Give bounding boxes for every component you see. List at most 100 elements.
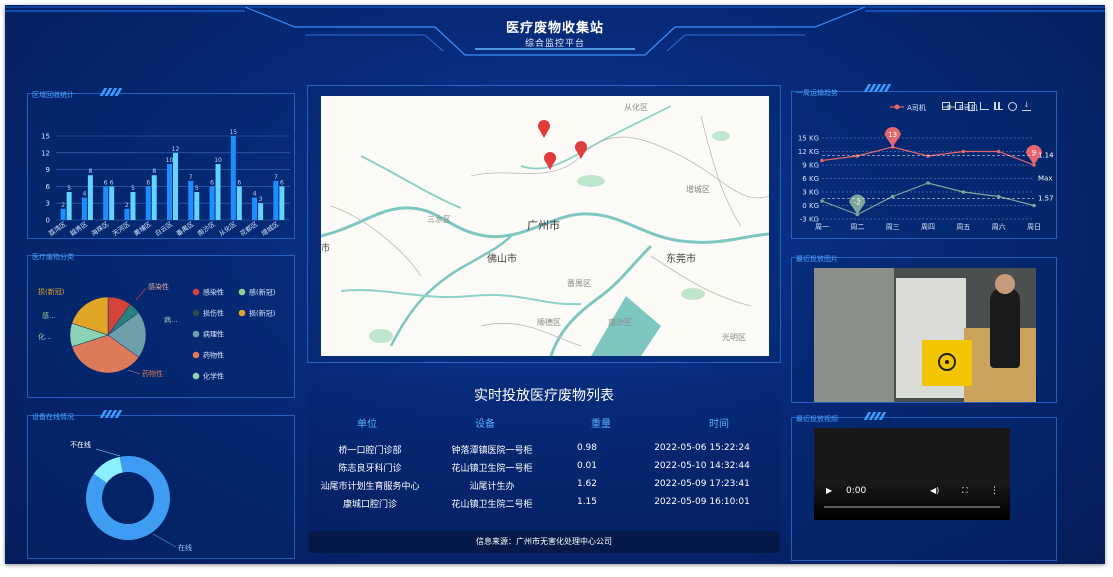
table-cell: 花山镇卫生院二号柜 [451,500,533,510]
fullscreen-icon[interactable]: ⛶ [962,486,968,496]
more-icon[interactable]: ⋮ [990,486,999,496]
map-label: 三水区 [427,214,451,224]
map-label: 南沙区 [608,317,632,327]
pie-outer-label: 感染性 [148,282,169,291]
x-tick-label: 番禺区 [175,220,196,238]
bar [252,197,258,220]
map-label: 佛山市 [487,252,517,265]
latest-photo[interactable] [814,268,1036,402]
bar [188,180,194,220]
play-icon[interactable]: ▶ [826,486,832,495]
bar [109,186,115,220]
bar [124,208,130,220]
label-leader-line [152,533,177,548]
series-point [926,181,930,185]
legend-swatch [894,104,900,110]
guangzhou-map[interactable]: 从化区 三水区 广州市 增城区 佛山市 东莞市 番禺区 顺德区 南沙区 光明区 … [321,96,769,356]
bar-value-label: 3 [259,196,263,203]
bar [215,164,221,220]
bar [279,186,285,220]
waste-type-panel: 医疗废物分类 感染性 损(新冠) 感... 化... 病... 药物性 感染性 感(新冠) 损伤… [27,253,295,398]
bar-value-label: 2 [61,202,65,209]
y-tick-label: 0 KG [802,202,819,210]
refresh-icon[interactable] [1008,102,1017,111]
legend-swatch [192,372,200,380]
bar-value-label: 10 [166,157,174,164]
bar [81,197,87,220]
table-row[interactable]: 汕尾市计划生育服务中心 汕尾计生办 1.62 2022-05-09 17:23:41 [307,479,781,493]
photo-person-head [995,274,1015,294]
table-cell: 陈志良牙科门诊 [338,464,402,474]
x-tick-label: 增城区 [259,219,281,238]
map-label: 光明区 [722,332,746,342]
video-time: 0:00 [846,486,867,496]
download-icon[interactable]: ↓ [1022,102,1031,111]
bar-value-label: 5 [67,185,71,192]
y-tick-label: 0 [46,217,50,225]
avg-label: 1.14 [1038,151,1054,159]
series-point [890,194,895,199]
col-header-unit: 单位 [357,419,377,430]
legend-swatch [192,288,200,296]
bar-value-label: 10 [214,157,222,164]
pie-outer-label: 药物性 [142,369,163,378]
bar [230,136,236,220]
max-pin-label: 13 [888,131,897,139]
volume-icon[interactable]: ◀) [930,486,939,495]
y-tick-label: 15 [41,133,50,141]
x-tick-label: 周六 [992,222,1006,231]
table-cell: 钟落潭镇医院一号柜 [451,446,533,456]
video-controls [814,482,1010,520]
bar-value-label: 5 [195,185,199,192]
page-subtitle: 综合监控平台 [524,39,585,49]
online-donut-chart: 不在线在线 [70,440,192,552]
series-point [961,190,966,194]
y-tick-label: 12 [41,149,50,157]
map-marker[interactable] [575,141,587,159]
legend-label: 化学性 [203,372,224,381]
bar [167,164,172,220]
min-pin-label: 9 [1032,149,1036,157]
bar [194,192,200,220]
title-stripes [863,412,887,420]
video-progress[interactable] [824,506,1000,508]
pie-outer-label: 病... [164,315,178,324]
restore-icon[interactable] [955,102,963,110]
region-stats-panel: 区域回收统计 0 3 6 9 12 15 2 5 荔湾区 4 8 越秀区 6 6 海珠区 2 5 天河区 6 8 黄埔区… [27,88,295,239]
table-row[interactable]: 桥一口腔门诊部 钟落潭镇医院一号柜 0.98 2022-05-06 15:22:24 [307,443,781,457]
x-tick-label: 从化区 [217,219,239,238]
line-chart-icon[interactable] [980,102,989,110]
video-player[interactable]: ▶ 0:00 ◀) ⛶ ⋮ [814,428,1010,520]
series-point [961,149,966,154]
map-label: 从化区 [624,102,648,112]
bar [151,175,157,220]
bar [273,180,279,220]
title-stripes [863,84,892,92]
x-tick-label: 天河区 [111,220,132,238]
dashboard-screen: 医疗废物收集站 综合监控平台 区域回收统计 0 3 6 9 12 15 2 5 荔湾区 4 8 越秀区… [5,5,1105,564]
map-marker[interactable] [538,120,550,138]
chart-toolbox: ↓ [942,102,1031,111]
bar-chart-icon[interactable] [994,102,1003,110]
label-leader-line [135,287,147,301]
table-row[interactable]: 康城口腔门诊 花山镇卫生院二号柜 1.15 2022-05-09 16:10:01 [307,497,781,511]
pie-outer-label: 损(新冠) [38,287,65,296]
legend-label: A司机 [907,103,926,112]
legend-label: 损伤性 [203,309,224,318]
bar [66,192,72,220]
bar-value-label: 4 [82,191,86,198]
bar-value-label: 6 [210,179,214,186]
max-label: Max [1038,175,1052,183]
bar-value-label: 4 [253,191,257,198]
data-view-icon[interactable] [942,102,950,110]
y-tick-label: 9 [46,166,50,174]
table-row[interactable]: 陈志良牙科门诊 花山镇卫生院一号柜 0.01 2022-05-10 14:32:44 [307,461,781,475]
legend-label: 病理性 [203,330,224,339]
info-source-text: 信息来源：广州市无害化处理中心公司 [476,537,612,546]
document-icon[interactable] [968,102,975,111]
bar [236,186,242,220]
x-tick-label: 周日 [1027,223,1041,231]
map-panel: 从化区 三水区 广州市 增城区 佛山市 东莞市 番禺区 顺德区 南沙区 光明区 … [307,85,781,363]
y-tick-label: 3 KG [802,189,819,197]
table-cell: 花山镇卫生院一号柜 [451,464,533,474]
